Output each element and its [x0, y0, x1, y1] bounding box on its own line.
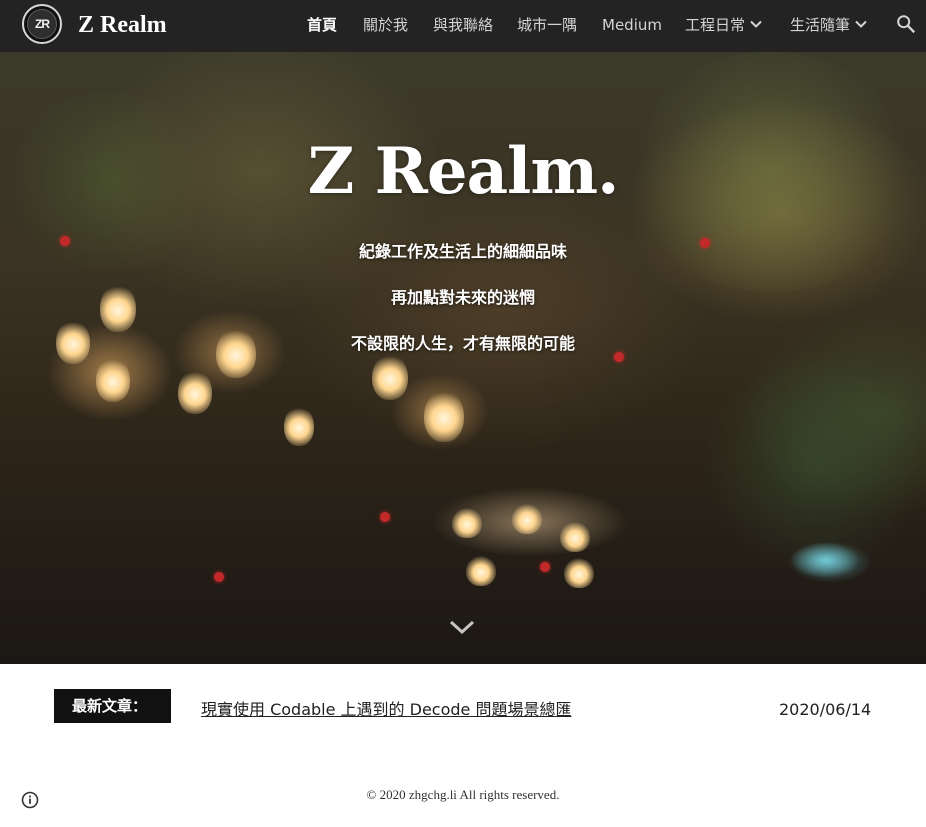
latest-article-date: 2020/06/14 [779, 700, 872, 719]
footer-copyright: © 2020 zhgchg.li All rights reserved. [366, 787, 560, 802]
nav-item-life[interactable]: 生活隨筆 [790, 13, 850, 37]
foliage-decoration [700, 352, 926, 572]
light-bulb [96, 358, 130, 402]
search-icon[interactable] [895, 13, 917, 35]
chevron-down-icon[interactable] [749, 17, 763, 31]
nav-item-city[interactable]: 城市一隅 [517, 13, 577, 37]
nav-item-home[interactable]: 首頁 [307, 13, 337, 37]
hero-tagline: 再加點對未來的迷惘 [390, 288, 535, 307]
nav-item-medium[interactable]: Medium [602, 13, 662, 37]
light-bulb [466, 556, 496, 586]
hero-tagline: 不設限的人生，才有無限的可能 [350, 334, 575, 353]
site-logo[interactable]: ZR [22, 4, 62, 44]
flower-decoration [380, 512, 390, 522]
light-bulb [564, 558, 594, 588]
nav-item-about[interactable]: 關於我 [363, 13, 408, 37]
light-bulb [372, 354, 408, 400]
site-title[interactable]: Z Realm [78, 9, 167, 41]
flower-decoration [214, 572, 224, 582]
flower-decoration [540, 562, 550, 572]
chevron-down-icon[interactable] [854, 17, 868, 31]
light-bulb [284, 406, 314, 446]
top-navigation-bar: ZR Z Realm 首頁 關於我 與我聯絡 城市一隅 Medium 工程日常 … [0, 0, 926, 52]
latest-article-link[interactable]: 現實使用 Codable 上遇到的 Decode 問題場景總匯 [201, 699, 571, 721]
neon-light [790, 542, 860, 578]
logo-monogram: ZR [27, 9, 57, 39]
light-bulb [512, 504, 542, 534]
light-bulb [452, 508, 482, 538]
light-bulb [424, 390, 464, 442]
hero-banner: Z Realm. 紀錄工作及生活上的細細品味 再加點對未來的迷惘 不設限的人生，… [0, 52, 926, 664]
light-bulb [178, 370, 212, 414]
light-bulb [560, 522, 590, 552]
chevron-down-icon[interactable] [449, 618, 475, 636]
hero-tagline: 紀錄工作及生活上的細細品味 [358, 242, 567, 261]
hero-title: Z Realm. [307, 134, 620, 209]
nav-item-contact[interactable]: 與我聯絡 [433, 13, 493, 37]
nav-item-engineering[interactable]: 工程日常 [685, 13, 745, 37]
latest-articles-label: 最新文章： [54, 689, 171, 723]
